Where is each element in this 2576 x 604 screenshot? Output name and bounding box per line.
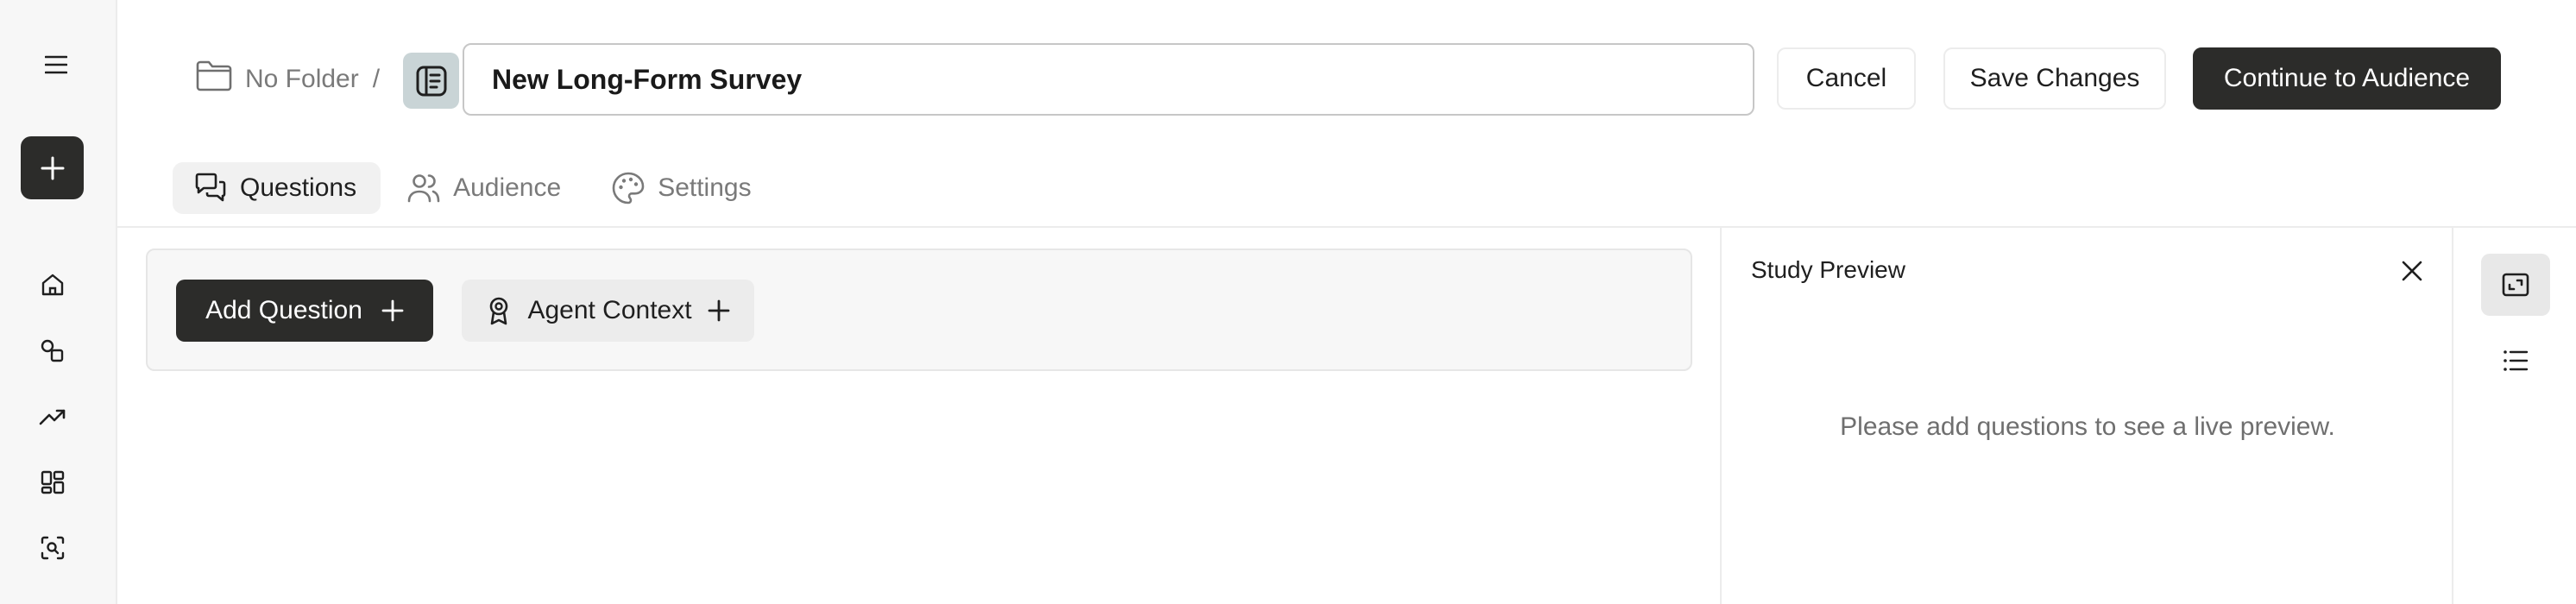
expand-preview-icon[interactable] [2481,254,2550,316]
add-question-button[interactable]: Add Question [176,280,433,342]
save-changes-button[interactable]: Save Changes [1943,47,2166,110]
tab-label: Questions [240,173,357,202]
breadcrumb-separator: / [372,65,381,93]
folder-icon[interactable] [195,60,233,99]
trending-icon[interactable] [32,396,73,437]
left-sidebar [0,0,117,604]
chat-bubbles-icon [195,173,226,202]
question-builder-panel: Add Question Agent Context [146,249,1692,371]
tab-settings[interactable]: Settings [590,162,775,214]
survey-type-icon[interactable] [403,53,459,109]
cancel-button[interactable]: Cancel [1777,47,1916,110]
agent-context-label: Agent Context [527,296,692,324]
home-icon[interactable] [32,264,73,305]
plus-icon [41,156,64,179]
preview-title: Study Preview [1751,256,1905,283]
study-preview-panel: Study Preview Please add questions to se… [1720,228,2452,604]
tab-questions[interactable]: Questions [173,162,381,214]
tab-label: Settings [658,173,752,202]
survey-title-input[interactable] [463,43,1754,116]
close-icon[interactable] [2395,254,2429,288]
plus-icon [381,299,404,322]
dashboard-icon[interactable] [32,462,73,503]
new-item-button[interactable] [21,136,84,199]
add-question-label: Add Question [205,296,362,324]
folder-label[interactable]: No Folder [245,65,359,94]
tab-audience[interactable]: Audience [386,162,585,214]
list-icon[interactable] [2481,330,2550,392]
tab-bar: Questions Audience Settings [173,162,776,214]
users-icon [407,174,440,203]
plus-icon [708,299,729,322]
shapes-icon[interactable] [32,330,73,372]
agent-context-button[interactable]: Agent Context [462,280,754,342]
hamburger-menu-icon[interactable] [36,45,76,85]
preview-empty-message: Please add questions to see a live previ… [1840,412,2335,441]
scan-search-icon[interactable] [32,527,73,569]
breadcrumb: No Folder / [195,59,380,100]
award-icon [490,297,508,325]
tab-label: Audience [453,173,562,202]
palette-icon [612,172,645,204]
continue-to-audience-button[interactable]: Continue to Audience [2193,47,2501,110]
right-toolbar [2452,228,2576,604]
